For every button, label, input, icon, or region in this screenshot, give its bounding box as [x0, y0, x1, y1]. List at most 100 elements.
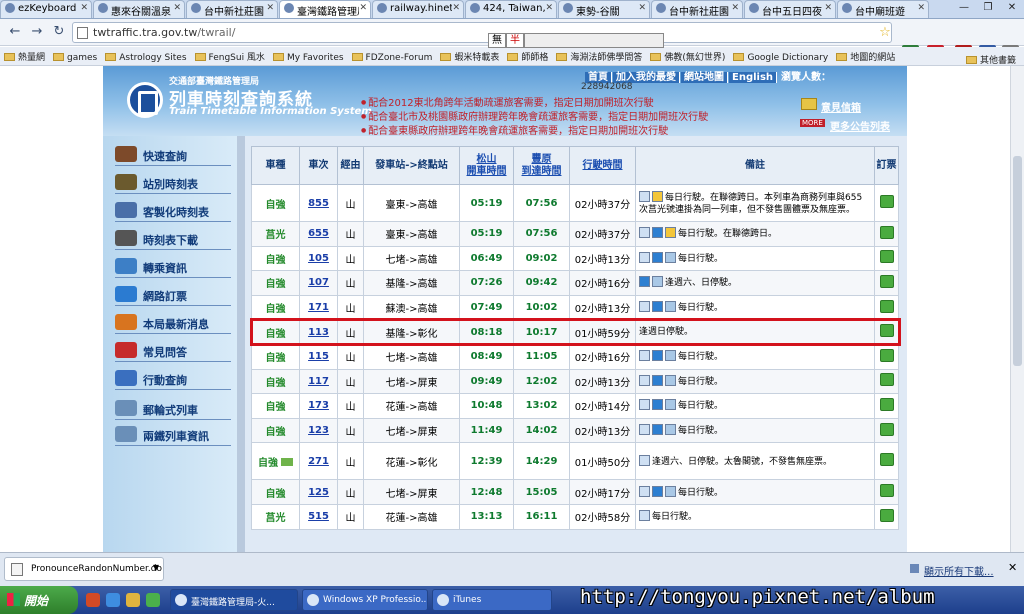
quicklaunch-icon[interactable] [86, 593, 100, 607]
bookmark-item[interactable]: 熱量網 [0, 47, 49, 65]
tab-close-icon[interactable]: ✕ [452, 3, 460, 13]
sidebar-item[interactable]: 轉乘資訊 [115, 256, 231, 278]
show-all-downloads-link[interactable]: 顯示所有下載... [924, 563, 994, 578]
book-ticket-icon[interactable] [879, 195, 894, 208]
col-arrival[interactable]: 豐原 到達時間 [513, 146, 570, 185]
browser-tab[interactable]: 台中新社莊園 ✕ [186, 0, 278, 18]
sidebar-item[interactable]: 站別時刻表 [115, 172, 231, 194]
other-bookmarks[interactable]: 其他書籤 [962, 50, 1020, 65]
tab-close-icon[interactable]: ✕ [266, 3, 274, 13]
bookmark-item[interactable]: Astrology Sites [101, 50, 190, 65]
browser-tab[interactable]: 台中廟班遊 ✕ [837, 0, 929, 18]
bookmark-item[interactable]: FDZone-Forum [348, 50, 437, 65]
minimize-icon[interactable]: — [952, 0, 976, 17]
download-item[interactable]: PronounceRandonNumber.do ▼ [4, 557, 164, 581]
chevron-down-icon[interactable]: ▼ [153, 563, 159, 572]
sidebar-item[interactable]: 快速查詢 [115, 144, 231, 166]
duration-label[interactable]: 行駛時間 [583, 160, 623, 171]
cell-train-number[interactable]: 173 [299, 393, 338, 419]
departure-time-label[interactable]: 開車時間 [467, 166, 507, 177]
cell-train-number[interactable]: 515 [299, 503, 338, 530]
cell-train-number[interactable]: 123 [299, 417, 338, 444]
cell-train-number[interactable]: 107 [299, 270, 338, 296]
arrival-station[interactable]: 豐原 [532, 154, 552, 165]
browser-tab[interactable]: 惠來谷關溫泉 ✕ [93, 0, 185, 18]
book-ticket-icon[interactable] [879, 299, 894, 313]
sidebar-item[interactable]: 本局最新消息 [115, 312, 231, 334]
col-duration[interactable]: 行駛時間 [569, 146, 636, 185]
book-ticket-icon[interactable] [879, 508, 894, 522]
notice-item[interactable]: 配合臺北市及桃園縣政府辦理跨年晚會疏運旅客需要，指定日期加開班次行駛 [361, 110, 708, 124]
more-notices-link[interactable]: 更多公告列表 [830, 118, 890, 133]
sidebar-item[interactable]: 郵輪式列車 [115, 398, 231, 420]
sidebar-item[interactable]: 時刻表下載 [115, 228, 231, 250]
forward-icon[interactable]: → [28, 23, 46, 41]
book-ticket-icon[interactable] [879, 422, 894, 436]
book-ticket-icon[interactable] [879, 397, 894, 411]
quicklaunch-icon[interactable] [126, 593, 140, 607]
cell-train-number[interactable]: 271 [299, 442, 338, 481]
quicklaunch-icon[interactable] [106, 593, 120, 607]
tab-close-icon[interactable]: ✕ [545, 3, 553, 13]
bookmark-item[interactable]: 地圖的網站 [832, 47, 899, 65]
cell-train-number[interactable]: 105 [299, 245, 338, 272]
close-icon[interactable]: ✕ [1000, 0, 1024, 17]
reload-icon[interactable]: ↻ [50, 23, 68, 41]
back-icon[interactable]: ← [6, 23, 24, 41]
tab-close-icon[interactable]: ✕ [359, 3, 367, 13]
page-scrollbar[interactable] [1010, 66, 1024, 552]
departure-station[interactable]: 松山 [477, 154, 497, 165]
browser-tab[interactable]: 台中五日四夜 ✕ [744, 0, 836, 18]
cell-train-number[interactable]: 115 [299, 343, 338, 370]
top-link-english[interactable]: English [729, 72, 778, 83]
bookmark-item[interactable]: games [49, 50, 101, 65]
cell-train-number[interactable]: 125 [299, 479, 338, 505]
browser-tab[interactable]: railway.hinet ✕ [372, 0, 464, 18]
feedback-link[interactable]: 意見信箱 [821, 99, 861, 114]
bookmark-item[interactable]: FengSui 風水 [191, 47, 269, 65]
book-ticket-icon[interactable] [879, 274, 894, 288]
bookmark-item[interactable]: My Favorites [269, 50, 348, 65]
sidebar-item[interactable]: 行動查詢 [115, 368, 231, 390]
book-ticket-icon[interactable] [879, 348, 894, 362]
browser-tab[interactable]: ezKeyboard ✕ [0, 0, 92, 18]
ime-mode-1[interactable]: 無 [488, 33, 506, 48]
browser-tab[interactable]: 東勢-谷關 ✕ [558, 0, 650, 18]
cell-train-number[interactable]: 855 [299, 184, 338, 222]
sidebar-item[interactable]: 網路訂票 [115, 284, 231, 306]
cell-train-number[interactable]: 655 [299, 221, 338, 247]
address-bar[interactable]: twtraffic.tra.gov.tw/twrail/ [72, 22, 892, 43]
sidebar-item[interactable]: 兩鐵列車資訊 [115, 424, 231, 446]
cell-train-number[interactable]: 117 [299, 368, 338, 395]
bookmark-item[interactable]: 蝦米特載表 [436, 47, 503, 65]
quicklaunch-icon[interactable] [146, 593, 160, 607]
book-ticket-icon[interactable] [879, 484, 894, 498]
top-link-sitemap[interactable]: 網站地圖 [681, 72, 728, 83]
tab-close-icon[interactable]: ✕ [731, 3, 739, 13]
tab-close-icon[interactable]: ✕ [917, 3, 925, 13]
taskbar-item-vm[interactable]: Windows XP Professio... [302, 589, 428, 611]
tab-close-icon[interactable]: ✕ [173, 3, 181, 13]
browser-tab[interactable]: 臺灣鐵路管理局✕ [279, 0, 371, 18]
book-ticket-icon[interactable] [879, 225, 894, 239]
scrollbar-thumb[interactable] [1013, 156, 1022, 366]
taskbar-item-itunes[interactable]: iTunes [432, 589, 552, 611]
col-departure[interactable]: 松山 開車時間 [459, 146, 514, 185]
tab-close-icon[interactable]: ✕ [80, 3, 88, 13]
browser-tab[interactable]: 424, Taiwan, ✕ [465, 0, 557, 18]
cell-train-number[interactable]: 171 [299, 294, 338, 321]
bookmark-item[interactable]: 師師格 [503, 47, 552, 65]
start-button[interactable]: 開始 [0, 586, 78, 614]
browser-tab[interactable]: 台中新社莊園 ✕ [651, 0, 743, 18]
bookmark-item[interactable]: Google Dictionary [729, 50, 832, 65]
close-download-bar-icon[interactable]: ✕ [1008, 561, 1017, 574]
notice-item[interactable]: 配合2012東北角跨年活動疏運旅客需要，指定日期加開班次行駛 [361, 96, 708, 110]
bookmark-item[interactable]: 佛教(無幻世界) [646, 47, 729, 65]
sidebar-item[interactable]: 常見問答 [115, 340, 231, 362]
book-ticket-icon[interactable] [879, 453, 894, 467]
bookmark-item[interactable]: 海淵法師佛學問答 [552, 47, 646, 65]
tra-logo[interactable] [127, 82, 163, 118]
book-ticket-icon[interactable] [879, 250, 894, 264]
bookmark-star-icon[interactable]: ☆ [876, 24, 894, 42]
arrival-time-label[interactable]: 到達時間 [522, 166, 562, 177]
